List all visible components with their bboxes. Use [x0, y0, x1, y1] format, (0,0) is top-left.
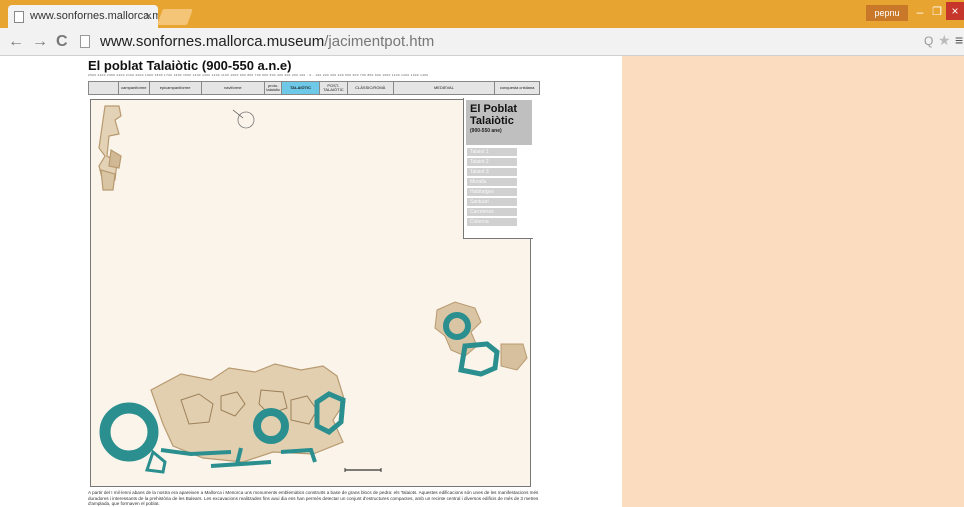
- url-host: www.sonfornes.mallorca.museum: [100, 33, 325, 50]
- period-cell[interactable]: CLÀSSIC/ROMÀ: [348, 82, 394, 94]
- section-title-line1: El Poblat: [470, 103, 518, 115]
- period-cell[interactable]: MEDIEVAL: [394, 82, 496, 94]
- period-cell-active[interactable]: TALAIÒTIC: [282, 82, 320, 94]
- period-cell[interactable]: conquesta cristiana: [495, 82, 539, 94]
- section-title-box: El Poblat Talaiòtic (900-550 ane): [466, 100, 532, 145]
- period-cell[interactable]: epicampaniforme: [150, 82, 202, 94]
- tab-title: www.sonfornes.mallorca.m: [30, 10, 158, 22]
- east-ruins: [434, 301, 528, 377]
- page-icon: [14, 11, 24, 23]
- period-cell[interactable]: POST- TALAIÒTIC: [320, 82, 348, 94]
- section-subtitle: (900-550 ane): [470, 128, 502, 134]
- timeline: 2500 2400 2300 2200 2100 2000 1900 1800 …: [88, 73, 540, 97]
- back-arrow-icon[interactable]: ←: [8, 33, 24, 51]
- browser-toolbar: ← → C www.sonfornes.mallorca.museum/jaci…: [0, 28, 964, 56]
- reload-icon[interactable]: C: [56, 33, 68, 51]
- site-nav-item[interactable]: Carreteres: [467, 208, 517, 216]
- page-caption: A partir del I mil·lenni abans de la nos…: [88, 490, 539, 507]
- browser-tab[interactable]: www.sonfornes.mallorca.m ×: [8, 5, 158, 29]
- page-title: El poblat Talaiòtic (900-550 a.n.e): [88, 58, 292, 73]
- site-nav-item[interactable]: Talaiot 1: [467, 148, 517, 156]
- site-nav-item[interactable]: Muralla: [467, 178, 517, 186]
- web-page: El poblat Talaiòtic (900-550 a.n.e) 2500…: [0, 56, 622, 507]
- address-bar[interactable]: www.sonfornes.mallorca.museum/jacimentpo…: [80, 31, 964, 53]
- north-ruins: [98, 105, 122, 191]
- site-nav-item[interactable]: Habitatges: [467, 188, 517, 196]
- url-path: /jacimentpot.htm: [324, 33, 435, 50]
- close-window-button[interactable]: ×: [946, 2, 964, 20]
- site-nav-item[interactable]: Cisterna: [467, 218, 517, 226]
- bookmark-star-icon[interactable]: ★: [938, 32, 951, 49]
- period-cell[interactable]: [89, 82, 119, 94]
- forward-arrow-icon[interactable]: →: [32, 33, 48, 51]
- site-nav-item[interactable]: Santuari: [467, 198, 517, 206]
- scale-bar: [344, 468, 382, 472]
- minimize-button[interactable]: –: [912, 4, 928, 20]
- profile-button[interactable]: pepnu: [866, 5, 908, 21]
- site-nav-list: Talaiot 1 Talaiot 2 Talaiot 3 Muralla Ha…: [467, 148, 517, 228]
- maximize-button[interactable]: ❐: [929, 4, 945, 20]
- period-cell[interactable]: proto- talaiòtic: [265, 82, 283, 94]
- south-ruins: [99, 363, 346, 474]
- timeline-bar: campaniforme epicampaniforme naviforme p…: [88, 81, 540, 95]
- browser-titlebar: www.sonfornes.mallorca.m × pepnu – ❐ ×: [0, 0, 964, 29]
- site-nav-item[interactable]: Talaiot 3: [467, 168, 517, 176]
- period-cell[interactable]: naviforme: [202, 82, 266, 94]
- compass-rose: [232, 109, 255, 129]
- zoom-icon[interactable]: Q: [924, 34, 933, 48]
- new-tab-button[interactable]: [157, 9, 193, 25]
- menu-icon[interactable]: ≡: [955, 32, 963, 48]
- period-cell[interactable]: campaniforme: [119, 82, 150, 94]
- section-title-line2: Talaiòtic: [470, 115, 514, 127]
- timeline-scale: 2500 2400 2300 2200 2100 2000 1900 1800 …: [88, 73, 429, 77]
- tab-close-icon[interactable]: ×: [145, 9, 152, 23]
- site-nav-item[interactable]: Talaiot 2: [467, 158, 517, 166]
